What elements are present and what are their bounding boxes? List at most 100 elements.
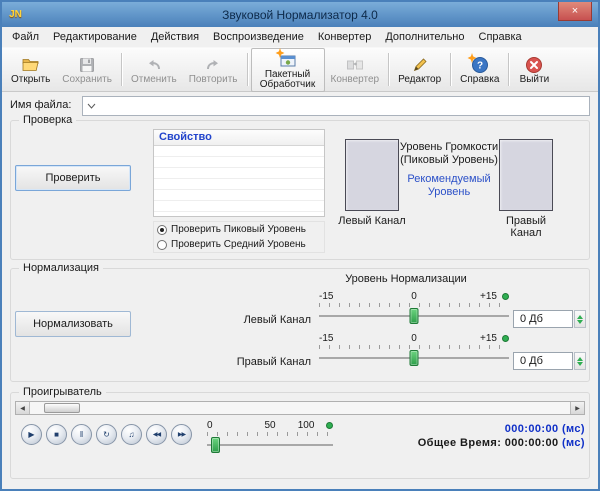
pause-button[interactable]: ‖ bbox=[71, 424, 92, 445]
menu-extra[interactable]: Дополнительно bbox=[378, 28, 471, 46]
slider-scale: -15 0 +15 bbox=[319, 333, 509, 344]
right-channel-value-field[interactable]: 0 Дб bbox=[513, 352, 573, 370]
title-bar[interactable]: JN Звуковой Нормализатор 4.0 × bbox=[2, 2, 598, 27]
close-icon: × bbox=[572, 5, 578, 17]
spin-up-icon[interactable] bbox=[577, 315, 583, 319]
toolbar-separator bbox=[247, 53, 248, 86]
toolbar-separator bbox=[508, 53, 509, 86]
radio-average-level[interactable]: Проверить Средний Уровень bbox=[157, 239, 321, 250]
radio-peak-level[interactable]: Проверить Пиковый Уровень bbox=[157, 224, 321, 235]
right-value-spinner[interactable] bbox=[574, 352, 586, 370]
save-disk-icon bbox=[78, 56, 96, 74]
left-value-spinner[interactable] bbox=[574, 310, 586, 328]
table-row bbox=[154, 157, 324, 168]
radio-button-icon[interactable] bbox=[157, 225, 167, 235]
undo-icon bbox=[145, 56, 163, 74]
seek-bar[interactable]: ◀ ▶ bbox=[15, 401, 585, 415]
normalize-button[interactable]: Нормализовать bbox=[15, 311, 131, 337]
undo-label: Отменить bbox=[131, 75, 177, 85]
spin-down-icon[interactable] bbox=[577, 362, 583, 366]
check-group: Проверка Проверить Свойство Проверить Пи… bbox=[10, 120, 590, 260]
radio-peak-label: Проверить Пиковый Уровень bbox=[171, 224, 306, 235]
spin-up-icon[interactable] bbox=[577, 357, 583, 361]
loop-button[interactable]: ↻ bbox=[96, 424, 117, 445]
normalize-button-label: Нормализовать bbox=[33, 318, 113, 330]
left-meter-label: Левый Канал bbox=[336, 215, 408, 227]
menu-edit[interactable]: Редактирование bbox=[46, 28, 144, 46]
recommended-level-text: Рекомендуемый Уровень bbox=[399, 173, 499, 199]
file-name-label: Имя файла: bbox=[10, 99, 71, 111]
file-name-combobox[interactable] bbox=[82, 96, 590, 116]
table-row bbox=[154, 201, 324, 212]
scale-mid: 0 bbox=[411, 291, 417, 302]
seek-track[interactable] bbox=[30, 402, 570, 414]
table-row bbox=[154, 190, 324, 201]
menu-actions[interactable]: Действия bbox=[144, 28, 206, 46]
left-channel-meter bbox=[345, 139, 399, 211]
check-button[interactable]: Проверить bbox=[15, 165, 131, 191]
scale-min: -15 bbox=[319, 291, 333, 302]
scale-min: 0 bbox=[207, 420, 213, 431]
slider-thumb[interactable] bbox=[211, 437, 220, 453]
next-button[interactable]: ▶▶ bbox=[171, 424, 192, 445]
help-label: Справка bbox=[460, 75, 499, 85]
slider-track[interactable] bbox=[207, 436, 333, 454]
volume-button[interactable]: ♫ bbox=[121, 424, 142, 445]
normalization-level-heading: Уровень Нормализации bbox=[251, 273, 561, 285]
total-time: Общее Время: 000:00:00 (мс) bbox=[418, 437, 585, 449]
menu-file[interactable]: Файл bbox=[5, 28, 46, 46]
scale-end-dot bbox=[502, 293, 509, 300]
check-button-label: Проверить bbox=[45, 172, 100, 184]
right-meter-label: Правый Канал bbox=[490, 215, 562, 239]
spin-down-icon[interactable] bbox=[577, 320, 583, 324]
right-channel-meter bbox=[499, 139, 553, 211]
scale-max: +15 bbox=[480, 333, 497, 344]
open-label: Открыть bbox=[11, 75, 50, 85]
play-button[interactable]: ▶ bbox=[21, 424, 42, 445]
converter-button[interactable]: Конвертер bbox=[325, 53, 386, 87]
seek-thumb[interactable] bbox=[44, 403, 80, 413]
volume-level-heading: Уровень Громкости (Пиковый Уровень) bbox=[399, 141, 499, 167]
volume-scale: 0 50 100 bbox=[207, 420, 333, 431]
slider-track[interactable] bbox=[319, 307, 509, 325]
check-group-title: Проверка bbox=[19, 114, 76, 127]
help-button[interactable]: ? Справка bbox=[454, 53, 505, 87]
normalize-group: Нормализация Нормализовать Уровень Норма… bbox=[10, 268, 590, 382]
toolbar: Открыть Сохранить Отменить Повторить bbox=[2, 47, 598, 92]
editor-button[interactable]: Редактор bbox=[392, 53, 447, 87]
batch-processor-button[interactable]: Пакетный Обработчик bbox=[251, 48, 325, 92]
save-button[interactable]: Сохранить bbox=[56, 53, 118, 87]
slider-thumb[interactable] bbox=[410, 308, 419, 324]
right-channel-slider[interactable]: -15 0 +15 bbox=[319, 333, 509, 371]
seek-left-arrow[interactable]: ◀ bbox=[16, 402, 30, 414]
current-time-unit: (мс) bbox=[562, 423, 585, 435]
scale-mid: 0 bbox=[411, 333, 417, 344]
open-button[interactable]: Открыть bbox=[5, 53, 56, 87]
menu-converter[interactable]: Конвертер bbox=[311, 28, 378, 46]
property-table[interactable]: Свойство bbox=[153, 129, 325, 217]
radio-button-icon[interactable] bbox=[157, 240, 167, 250]
menu-help[interactable]: Справка bbox=[472, 28, 529, 46]
slider-track[interactable] bbox=[319, 349, 509, 367]
volume-slider[interactable]: 0 50 100 bbox=[207, 420, 333, 458]
app-icon: JN bbox=[7, 6, 24, 23]
menu-playback[interactable]: Воспроизведение bbox=[206, 28, 311, 46]
slider-thumb[interactable] bbox=[410, 350, 419, 366]
left-channel-value-field[interactable]: 0 Дб bbox=[513, 310, 573, 328]
player-buttons: ▶ ■ ‖ ↻ ♫ ◀◀ ▶▶ bbox=[21, 424, 192, 445]
previous-button[interactable]: ◀◀ bbox=[146, 424, 167, 445]
seek-right-arrow[interactable]: ▶ bbox=[570, 402, 584, 414]
stop-button[interactable]: ■ bbox=[46, 424, 67, 445]
app-window: JN Звуковой Нормализатор 4.0 × Файл Реда… bbox=[0, 0, 600, 491]
property-column-header[interactable]: Свойство bbox=[154, 130, 324, 146]
redo-button[interactable]: Повторить bbox=[183, 53, 244, 87]
chevron-down-icon[interactable] bbox=[87, 100, 96, 112]
radio-average-label: Проверить Средний Уровень bbox=[171, 239, 306, 250]
table-row bbox=[154, 168, 324, 179]
left-channel-slider[interactable]: -15 0 +15 bbox=[319, 291, 509, 329]
exit-button[interactable]: Выйти bbox=[512, 53, 556, 87]
undo-button[interactable]: Отменить bbox=[125, 53, 183, 87]
close-button[interactable]: × bbox=[558, 2, 592, 21]
table-row bbox=[154, 179, 324, 190]
sparkle-icon bbox=[467, 53, 477, 63]
